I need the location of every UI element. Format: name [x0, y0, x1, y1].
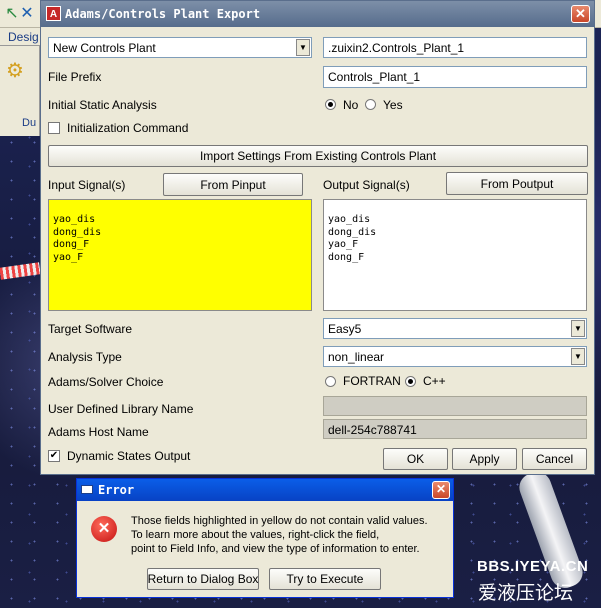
error-message-line: To learn more about the values, right-cl… [131, 529, 380, 541]
chevron-down-icon[interactable]: ▼ [296, 39, 310, 56]
apply-button[interactable]: Apply [452, 448, 517, 470]
close-icon[interactable]: ✕ [571, 5, 590, 23]
plant-select-value: New Controls Plant [53, 41, 156, 55]
cancel-button[interactable]: Cancel [522, 448, 587, 470]
init-command-label: Initialization Command [67, 121, 189, 135]
dynamic-states-checkbox[interactable]: ✔ [48, 450, 60, 462]
error-message-line: point to Field Info, and view the type o… [131, 543, 420, 555]
file-prefix-field[interactable]: Controls_Plant_1 [323, 66, 587, 88]
error-dialog: Error ✕ ✕ Those fields highlighted in ye… [76, 478, 454, 598]
from-poutput-button[interactable]: From Poutput [446, 172, 588, 195]
close-icon[interactable]: ✕ [432, 481, 450, 499]
error-titlebar[interactable]: Error ✕ [77, 479, 453, 501]
user-library-field[interactable] [323, 396, 587, 416]
chevron-down-icon[interactable]: ▼ [571, 348, 585, 365]
solver-cpp-label: C++ [423, 374, 446, 388]
watermark-name: 爱液压论坛 [478, 583, 574, 604]
error-icon: ✕ [91, 516, 117, 542]
initial-static-no-radio[interactable] [325, 99, 336, 110]
analysis-type-value: non_linear [328, 350, 385, 364]
list-item[interactable]: dong_dis [53, 227, 307, 240]
ok-button[interactable]: OK [383, 448, 448, 470]
tab-design[interactable]: Desig [8, 30, 39, 44]
window-icon [81, 485, 93, 494]
analysis-type-select[interactable]: non_linear ▼ [323, 346, 587, 367]
init-command-checkbox[interactable] [48, 122, 60, 134]
output-signals-list[interactable]: yao_dis dong_dis yao_F dong_F [323, 199, 587, 311]
error-message-line: Those fields highlighted in yellow do no… [131, 515, 428, 527]
initial-static-yes-radio[interactable] [365, 99, 376, 110]
list-item[interactable]: dong_F [53, 239, 307, 252]
dialog-titlebar[interactable]: A Adams/Controls Plant Export ✕ [41, 1, 594, 27]
input-signals-list[interactable]: yao_dis dong_dis dong_F yao_F [48, 199, 312, 311]
adams-app-icon: A [46, 6, 61, 21]
panel-label: Du [22, 117, 37, 129]
error-title: Error [98, 483, 135, 497]
tools-icon[interactable]: ✕ [17, 4, 37, 24]
dynamic-states-label: Dynamic States Output [67, 449, 191, 463]
list-item[interactable]: dong_dis [328, 227, 582, 240]
import-settings-button[interactable]: Import Settings From Existing Controls P… [48, 145, 588, 167]
return-to-dialog-button[interactable]: Return to Dialog Box [147, 568, 259, 590]
target-software-label: Target Software [48, 322, 133, 336]
app-tab-bar: Desig [0, 28, 40, 46]
output-signals-label: Output Signal(s) [323, 178, 410, 192]
watermark-url: BBS.IYEYA.CN [477, 558, 589, 575]
dialog-title: Adams/Controls Plant Export [65, 7, 261, 21]
error-message: Those fields highlighted in yellow do no… [131, 514, 428, 556]
host-name-label: Adams Host Name [48, 425, 149, 439]
plant-name-field[interactable]: .zuixin2.Controls_Plant_1 [323, 37, 587, 58]
solver-choice-label: Adams/Solver Choice [48, 375, 164, 389]
target-software-value: Easy5 [328, 322, 362, 336]
solver-fortran-radio[interactable] [325, 376, 336, 387]
initial-static-no-label: No [343, 98, 359, 112]
file-prefix-label: File Prefix [48, 70, 102, 84]
solver-fortran-label: FORTRAN [343, 374, 401, 388]
plant-select[interactable]: New Controls Plant ▼ [48, 37, 312, 58]
list-item[interactable]: yao_dis [53, 214, 307, 227]
from-pinput-button[interactable]: From Pinput [163, 173, 303, 196]
analysis-type-label: Analysis Type [48, 350, 122, 364]
chevron-down-icon[interactable]: ▼ [571, 320, 585, 337]
list-item[interactable]: dong_F [328, 252, 582, 265]
initial-static-yes-label: Yes [383, 98, 403, 112]
list-item[interactable]: yao_F [328, 239, 582, 252]
list-item[interactable]: yao_dis [328, 214, 582, 227]
input-signals-label: Input Signal(s) [48, 178, 126, 192]
target-software-select[interactable]: Easy5 ▼ [323, 318, 587, 339]
initial-static-label: Initial Static Analysis [48, 98, 157, 112]
solver-cpp-radio[interactable] [405, 376, 416, 387]
list-item[interactable]: yao_F [53, 252, 307, 265]
try-to-execute-button[interactable]: Try to Execute [269, 568, 381, 590]
host-name-field: dell-254c788741 [323, 419, 587, 439]
plant-export-dialog: A Adams/Controls Plant Export ✕ New Cont… [40, 0, 595, 475]
user-library-label: User Defined Library Name [48, 402, 194, 416]
gear-icon[interactable]: ⚙ [4, 60, 26, 82]
